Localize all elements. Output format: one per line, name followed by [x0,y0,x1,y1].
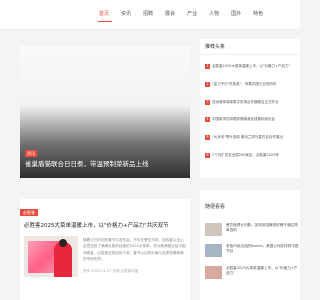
recommended-title: 随便看看 [205,204,226,210]
hero-category-badge[interactable]: 资讯 [25,150,37,157]
nav-item-home[interactable]: 首页 [99,10,109,18]
recommended-item-title[interactable]: 老板叫卖出品的Bonne，美国公司扶持的中国节目 [226,244,300,255]
hot-news-title: 推荐头条 [205,44,226,50]
main-nav: 首页 资讯 招聘 展会 产业 人物 国外 特色 [99,10,275,18]
recommended-item[interactable]: 餐饮值得计划数，如何用招牌选好餐厅通过简单选购 [205,223,300,237]
nav-item-industry[interactable]: 产业 [187,10,197,18]
top-navigation-bar: 首页 资讯 招聘 展会 产业 人物 国外 特色 [0,0,300,30]
nav-item-overseas[interactable]: 国外 [231,10,241,18]
thumbnail-person-head [59,239,67,247]
article-card: 必胜客 必胜客2025大菜单温暖上市，以"价格力+产品力"共庆双节 随着今日的到… [20,199,190,300]
hero-title[interactable]: 雀巢盾猫联合日日煮，带温预制菜新品上线 [25,160,185,169]
recommended-panel: 随便看看 餐饮值得计划数，如何用招牌选好餐厅通过简单选购 老板叫卖出品的Bonn… [200,190,300,300]
nav-item-news[interactable]: 资讯 [121,10,131,18]
nav-item-people[interactable]: 人物 [209,10,219,18]
hot-news-item[interactable]: 3 亚洲首家瑞幸数字农场合作旗舰店正式开业 [205,100,300,105]
recommended-thumbnail[interactable] [205,244,222,257]
hot-news-panel: 推荐头条 1 必胜客2025大菜单温暖上市，以"价格力+产品力" 2 "金刀不行"吃… [200,39,300,178]
recommended-item-title[interactable]: 餐饮值得计划数，如何用招牌选好餐厅通过简单选购 [226,223,300,234]
hero-image [20,46,190,178]
hot-news-item[interactable]: 4 中国城市的将喝到健康食品成都标准化会 [205,117,300,122]
article-meta: 资讯 2025-01-07 来源 必胜客中国 [83,269,139,273]
recommended-thumbnail[interactable] [205,223,222,236]
active-nav-indicator [98,21,112,22]
thumbnail-person [54,242,72,277]
hot-news-item[interactable]: 1 必胜客2025大菜单温暖上市，以"价格力+产品力" [205,64,300,69]
divider [200,54,300,55]
hot-news-item[interactable]: 6 7个月扩张至全国200家店，必胜客2025年 [205,153,300,158]
nav-item-expo[interactable]: 展会 [165,10,175,18]
article-thumbnail[interactable] [24,236,78,277]
article-summary: 随着今日的到来春节与发布会，不仅在餐饮市场，必胜客以全心全意加快了满满全新的经营… [83,238,186,262]
nav-item-features[interactable]: 特色 [253,10,263,18]
nav-item-jobs[interactable]: 招聘 [143,10,153,18]
recommended-item-title[interactable]: 必胜客2025大菜单温暖上市，以"价格力+产品力" [226,266,300,277]
hot-news-item[interactable]: 2 "金刀不行"吃鲁菜"，有着中国元旦的同时 [205,82,300,87]
hot-news-item[interactable]: 5 "大凉河"青叶选择 雅诗兰黛与星巴克合作推出 [205,135,300,140]
hero-banner[interactable]: 资讯 雀巢盾猫联合日日煮，带温预制菜新品上线 [20,46,190,178]
recommended-item[interactable]: 必胜客2025大菜单温暖上市，以"价格力+产品力" [205,266,300,280]
article-title[interactable]: 必胜客2025大菜单温暖上市，以"价格力+产品力"共庆双节 [24,222,188,230]
article-category-badge[interactable]: 必胜客 [20,209,38,216]
recommended-item[interactable]: 老板叫卖出品的Bonne，美国公司扶持的中国节目 [205,244,300,258]
recommended-thumbnail[interactable] [205,266,222,279]
